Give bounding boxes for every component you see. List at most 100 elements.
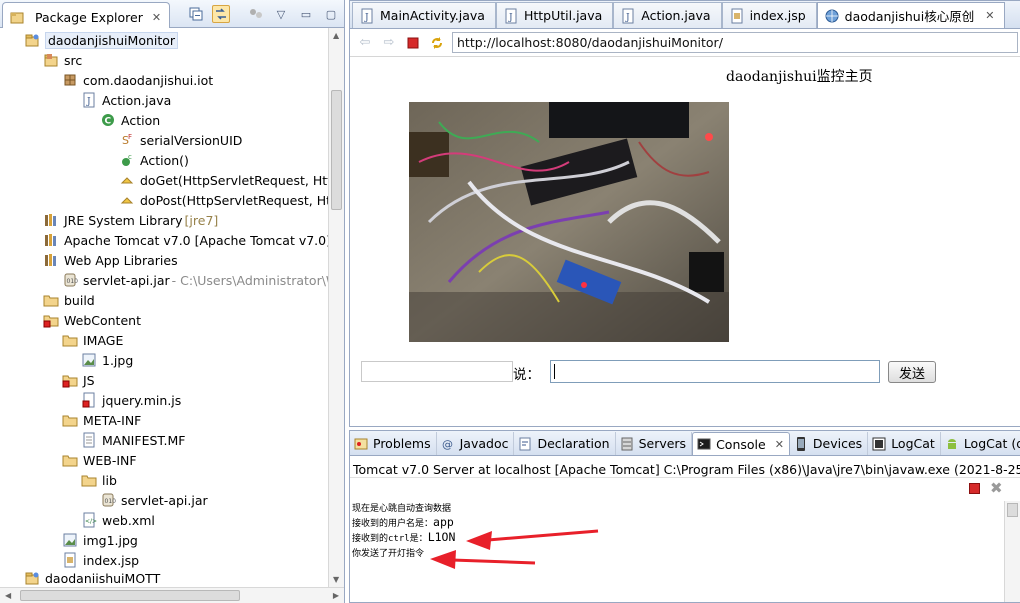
console-tab[interactable]: @ Javadoc	[437, 432, 515, 455]
folder-icon	[62, 452, 78, 468]
package-explorer-header: Package Explorer ✕ ▽ ▭ ▢	[0, 0, 344, 28]
scroll-thumb[interactable]	[20, 590, 240, 601]
tree-item[interactable]: img1.jpg	[62, 530, 138, 550]
forward-icon[interactable]: ⇨	[380, 34, 398, 52]
package-explorer-icon	[9, 10, 25, 26]
editor-tab[interactable]: daodanjishui核心原创 ✕	[816, 2, 1006, 28]
console-line-text: 你发送了开灯指令	[352, 549, 425, 559]
minimize-icon[interactable]: ▭	[297, 5, 315, 23]
tree-item[interactable]: com.daodanjishui.iot	[62, 70, 213, 90]
view-menu-icon[interactable]	[247, 5, 265, 23]
tree-item[interactable]: jquery.min.js	[81, 390, 181, 410]
tree-item[interactable]: </> web.xml	[81, 510, 155, 530]
tree-item[interactable]: index.jsp	[62, 550, 139, 570]
tree-item[interactable]: 010 servlet-api.jar - C:\Users\Administrat…	[62, 270, 328, 290]
console-tab[interactable]: Problems	[350, 432, 437, 455]
editor-tabs: J MainActivity.java J HttpUtil.java J Action.…	[350, 1, 1020, 29]
console-line-value: app	[433, 515, 454, 529]
method-icon	[119, 172, 135, 188]
folder-error-icon	[62, 372, 78, 388]
tree-item[interactable]: WEB-INF	[62, 450, 137, 470]
editor-area: J MainActivity.java J HttpUtil.java J Action.…	[349, 0, 1020, 427]
tree-item[interactable]: JRE System Library [jre7]	[43, 210, 218, 230]
console-tab[interactable]: LogCat (dep	[941, 432, 1020, 455]
console-tab[interactable]: Devices	[790, 432, 869, 455]
text-caret	[554, 364, 555, 379]
jsp-file-icon	[62, 552, 78, 568]
chevron-down-icon[interactable]: ▽	[272, 5, 290, 23]
tree-item-label: daodaniishuiMOTT	[45, 570, 161, 586]
field-icon: SF	[119, 132, 135, 148]
tree-item[interactable]: S F serialVersionUID	[119, 130, 242, 150]
tree-item[interactable]: daodaniishuiMOTT	[24, 568, 160, 587]
tree-item-label: Action	[121, 112, 161, 128]
java-file-icon: J	[503, 8, 519, 24]
console-scrollbar[interactable]	[1004, 501, 1020, 602]
tree-item-label: build	[64, 292, 95, 308]
folder-icon	[62, 412, 78, 428]
tree-item[interactable]: build	[43, 290, 95, 310]
tree-item-label: doGet(HttpServletRequest, HttpS	[140, 172, 328, 188]
folder-icon	[62, 332, 78, 348]
svg-text:J: J	[86, 97, 91, 107]
scroll-left-icon[interactable]: ◀	[5, 591, 11, 600]
stop-icon[interactable]	[404, 34, 422, 52]
close-icon[interactable]: ✕	[152, 11, 161, 24]
project-tree[interactable]: daodanjishuiMonitor src com.daodanjishui.i…	[0, 28, 328, 587]
scroll-thumb[interactable]	[1007, 503, 1018, 517]
tree-item-label: servlet-api.jar	[83, 272, 170, 288]
package-explorer-tab[interactable]: Package Explorer ✕	[2, 2, 171, 28]
send-button[interactable]: 发送	[888, 361, 936, 383]
tree-item[interactable]: lib	[81, 470, 117, 490]
tree-item[interactable]: META-INF	[62, 410, 141, 430]
name-input[interactable]	[361, 361, 513, 382]
tree-vertical-scrollbar[interactable]: ▲ ▼	[328, 28, 344, 587]
scroll-up-icon[interactable]: ▲	[333, 31, 339, 40]
terminate-icon[interactable]	[969, 483, 980, 494]
tree-item[interactable]: doGet(HttpServletRequest, HttpS	[119, 170, 328, 190]
tree-item[interactable]: c Action()	[119, 150, 189, 170]
tree-item[interactable]: WebContent	[43, 310, 141, 330]
scroll-down-icon[interactable]: ▼	[333, 575, 339, 584]
back-icon[interactable]: ⇦	[356, 34, 374, 52]
scroll-thumb[interactable]	[331, 90, 342, 210]
console-tab[interactable]: LogCat	[868, 432, 941, 455]
console-tab[interactable]: Console ✕	[692, 432, 790, 455]
link-with-editor-icon[interactable]	[212, 5, 230, 23]
console-tab[interactable]: Servers	[616, 432, 693, 455]
editor-tab[interactable]: J MainActivity.java	[352, 2, 496, 28]
tree-item[interactable]: 1.jpg	[81, 350, 133, 370]
console-tab[interactable]: Declaration	[514, 432, 616, 455]
editor-tab[interactable]: index.jsp	[721, 2, 817, 28]
tree-item[interactable]: daodanjishuiMonitor	[24, 30, 179, 50]
tree-item[interactable]: J Action.java	[81, 90, 171, 110]
refresh-icon[interactable]	[428, 34, 446, 52]
say-label: 说：	[513, 367, 540, 383]
tree-item[interactable]: JS	[62, 370, 95, 390]
maximize-icon[interactable]: ▢	[322, 5, 340, 23]
url-input[interactable]	[452, 32, 1018, 53]
tree-item[interactable]: doPost(HttpServletRequest, Http	[119, 190, 328, 210]
scroll-right-icon[interactable]: ▶	[333, 591, 339, 600]
java-file-icon: J	[620, 8, 636, 24]
tree-item[interactable]: src	[43, 50, 82, 70]
editor-tab-label: index.jsp	[749, 8, 806, 23]
collapse-all-icon[interactable]	[187, 5, 205, 23]
editor-tab[interactable]: J Action.java	[613, 2, 722, 28]
tree-item[interactable]: C Action	[100, 110, 160, 130]
remove-launch-icon[interactable]: ✖	[990, 479, 1003, 497]
tree-item[interactable]: MANIFEST.MF	[81, 430, 186, 450]
close-icon[interactable]: ✕	[775, 438, 784, 451]
tree-item-label: com.daodanjishui.iot	[83, 72, 214, 88]
tree-item[interactable]: Web App Libraries	[43, 250, 178, 270]
tree-item[interactable]: Apache Tomcat v7.0 [Apache Tomcat v7.0]	[43, 230, 328, 250]
tree-item[interactable]: IMAGE	[62, 330, 123, 350]
tree-item[interactable]: 010 servlet-api.jar	[100, 490, 208, 510]
editor-tab-label: HttpUtil.java	[523, 8, 603, 23]
editor-tab[interactable]: J HttpUtil.java	[495, 2, 614, 28]
close-icon[interactable]: ✕	[985, 9, 994, 22]
library-icon	[43, 212, 59, 228]
message-input[interactable]	[550, 360, 880, 383]
browser-navbar: ⇦ ⇨	[350, 29, 1020, 57]
tree-horizontal-scrollbar[interactable]: ◀ ▶	[0, 587, 344, 603]
